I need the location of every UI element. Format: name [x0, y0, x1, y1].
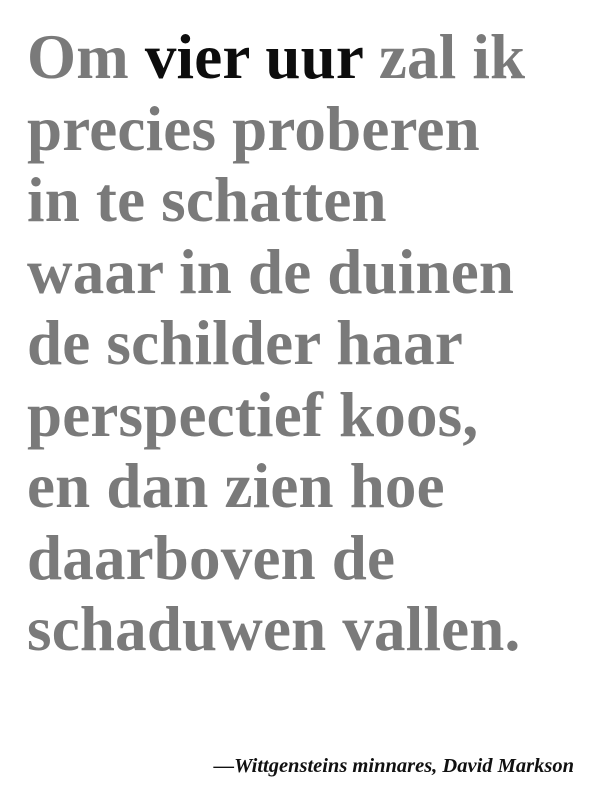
quote-line-1-post: zal ik [362, 22, 526, 92]
attribution: —Wittgensteins minnares, David Markson [213, 755, 574, 777]
quote-line-9: schaduwen vallen. [27, 594, 521, 664]
quote-line-1-pre: Om [27, 22, 145, 92]
quote-line-1: Om vier uur zal ik [27, 22, 597, 94]
quote-block: Om vier uur zal ik precies proberen in t… [27, 22, 597, 666]
quote-line-4: waar in de duinen [27, 236, 515, 307]
quote-line-8: daarboven de [27, 522, 396, 593]
quote-line-7: en dan zien hoe [27, 451, 445, 521]
quote-line-2: precies proberen [27, 93, 480, 164]
quote-line-3: in te schatten [27, 165, 387, 235]
quote-line-6: perspectief koos, [27, 379, 479, 450]
quote-emphasis: vier uur [144, 22, 363, 92]
quote-line-5: de schilder haar [27, 308, 464, 378]
